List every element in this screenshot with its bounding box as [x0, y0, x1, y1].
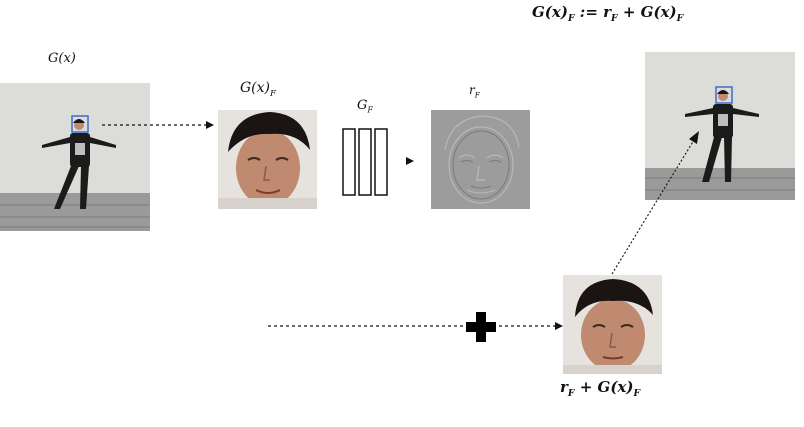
- formula-rhs-sub: F: [676, 13, 684, 24]
- arrow-head-icon: [206, 121, 214, 129]
- network-label-sub: F: [367, 105, 373, 115]
- input-label-text: G(x): [48, 51, 76, 66]
- top-formula: G(x)F := rF + G(x)F: [532, 3, 683, 24]
- face-crop-image: [218, 110, 317, 209]
- sum-label: rF + G(x)F: [560, 378, 640, 399]
- residual-label-sub: F: [474, 90, 480, 100]
- arrow-result-to-output: [611, 131, 699, 275]
- input-label: G(x): [48, 51, 76, 66]
- plus-icon: [466, 312, 496, 342]
- face-crop-label: G(x)F: [240, 80, 276, 99]
- formula-op-sub: F: [611, 13, 618, 24]
- sum-label-a: r: [560, 378, 568, 396]
- formula-op: := r: [574, 3, 612, 21]
- formula-lhs-sub: F: [567, 13, 575, 24]
- sum-label-b: + G(x): [574, 378, 634, 396]
- sum-label-a-sub: F: [567, 388, 575, 399]
- residual-label: rF: [469, 83, 480, 99]
- arrow-plus-to-result: [499, 322, 563, 330]
- residual-image: [431, 110, 530, 209]
- arrow-input-to-crop: [102, 121, 214, 129]
- dashed-line-to-plus: [268, 325, 464, 327]
- formula-lhs: G(x): [532, 3, 568, 21]
- input-image: [0, 83, 150, 231]
- formula-rhs: + G(x): [617, 3, 677, 21]
- arrow-head-icon: [406, 157, 414, 165]
- arrow-head-icon: [689, 131, 699, 144]
- sum-label-b-sub: F: [633, 388, 641, 399]
- arrow-network-to-residual: [406, 157, 414, 165]
- result-face-image: [563, 275, 662, 374]
- arrow-head-icon: [555, 322, 563, 330]
- network-label-text: G: [357, 98, 368, 113]
- face-crop-label-text: G(x): [240, 80, 271, 96]
- network-label: GF: [357, 98, 373, 115]
- network-block: [342, 128, 388, 196]
- face-crop-label-sub: F: [270, 88, 277, 99]
